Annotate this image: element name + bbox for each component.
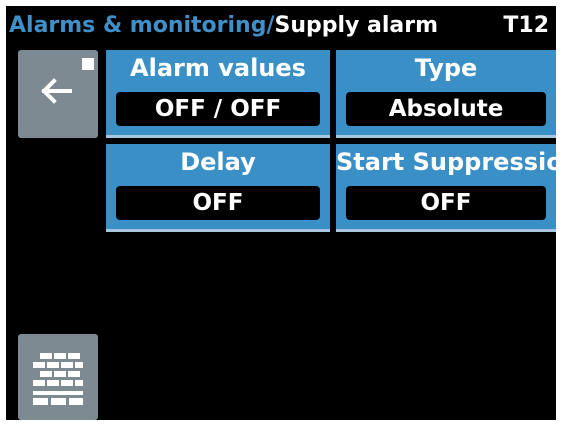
- device-screen: Alarms & monitoring/Supply alarm T12 Ala…: [6, 6, 556, 420]
- start-suppression-label: Start Suppression: [336, 148, 556, 176]
- start-suppression-value: OFF: [346, 186, 546, 220]
- back-button[interactable]: [18, 50, 98, 138]
- keypad-button[interactable]: [18, 334, 98, 420]
- delay-label: Delay: [180, 148, 256, 176]
- type-label: Type: [414, 54, 478, 82]
- alarm-values-label: Alarm values: [130, 54, 306, 82]
- alarm-values-tile[interactable]: Alarm values OFF / OFF: [106, 50, 330, 138]
- type-tile[interactable]: Type Absolute: [336, 50, 556, 138]
- breadcrumb: Alarms & monitoring/Supply alarm: [9, 13, 438, 38]
- header: Alarms & monitoring/Supply alarm T12: [6, 6, 556, 46]
- arrow-left-icon-svg: [41, 78, 72, 104]
- indicator-square-icon: [82, 58, 94, 70]
- delay-tile[interactable]: Delay OFF: [106, 144, 330, 232]
- device-id-label: T12: [503, 13, 549, 38]
- type-value: Absolute: [346, 92, 546, 126]
- keypad-icon: [33, 353, 83, 405]
- delay-value: OFF: [116, 186, 320, 220]
- breadcrumb-parent-link[interactable]: Alarms & monitoring/: [9, 13, 275, 38]
- page-title: Supply alarm: [274, 13, 439, 38]
- alarm-values-value: OFF / OFF: [116, 92, 320, 126]
- arrow-left-icon: [40, 76, 74, 106]
- start-suppression-tile[interactable]: Start Suppression OFF: [336, 144, 556, 232]
